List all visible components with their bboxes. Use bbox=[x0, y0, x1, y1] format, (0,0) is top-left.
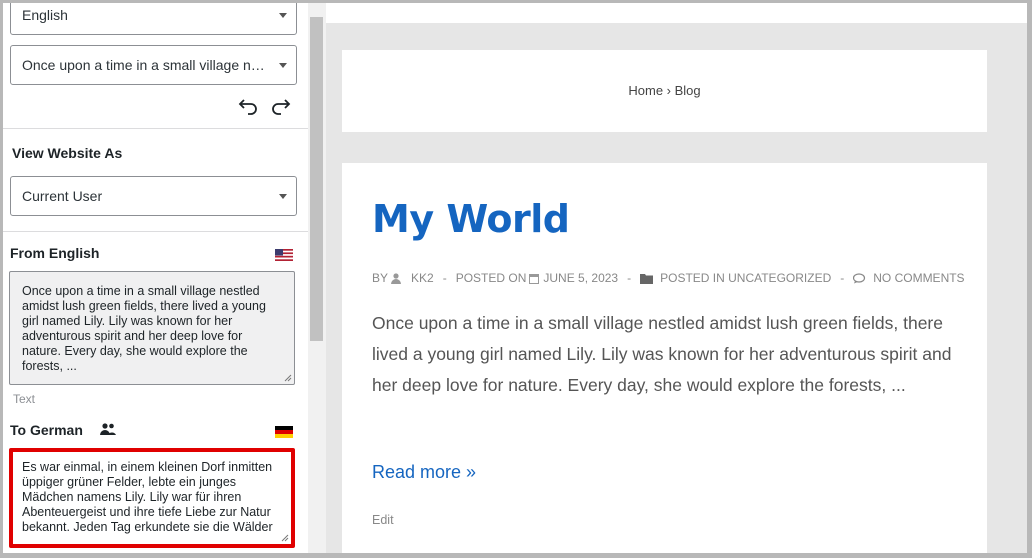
view-as-select-value: Current User bbox=[22, 188, 103, 204]
source-text: Once upon a time in a small village nest… bbox=[22, 284, 266, 373]
breadcrumb[interactable]: Home › Blog bbox=[342, 83, 987, 98]
sidebar-scrollbar-thumb[interactable] bbox=[310, 17, 323, 341]
source-language-heading: From English bbox=[10, 245, 100, 261]
app-frame: English Once upon a time in a small vill… bbox=[3, 3, 1027, 553]
meta-separator: - bbox=[442, 271, 447, 285]
resize-handle-icon[interactable] bbox=[284, 374, 292, 382]
undo-icon[interactable] bbox=[236, 96, 258, 118]
calendar-icon bbox=[529, 273, 540, 284]
source-text-area: Once upon a time in a small village nest… bbox=[9, 271, 295, 385]
german-flag-icon bbox=[275, 426, 293, 438]
post-date[interactable]: JUNE 5, 2023 bbox=[543, 271, 618, 285]
post-card: My World BY KK2 - POSTED ON JUNE 5, 2023… bbox=[342, 163, 987, 553]
post-meta: BY KK2 - POSTED ON JUNE 5, 2023 - POSTED… bbox=[372, 271, 965, 285]
view-as-heading: View Website As bbox=[12, 145, 123, 161]
meta-separator: - bbox=[627, 271, 632, 285]
divider bbox=[3, 128, 308, 129]
target-text[interactable]: Es war einmal, in einem kleinen Dorf inm… bbox=[22, 460, 273, 534]
resize-handle-icon[interactable] bbox=[281, 534, 289, 542]
redo-icon[interactable] bbox=[271, 96, 293, 118]
language-select-value: English bbox=[22, 7, 68, 23]
post-author[interactable]: KK2 bbox=[411, 271, 434, 285]
chevron-down-icon bbox=[279, 13, 287, 18]
post-title[interactable]: My World bbox=[372, 197, 570, 241]
view-as-select[interactable]: Current User bbox=[10, 176, 297, 216]
meta-separator: - bbox=[840, 271, 845, 285]
post-category[interactable]: POSTED IN UNCATEGORIZED bbox=[660, 271, 831, 285]
target-translation-editor[interactable]: Es war einmal, in einem kleinen Dorf inm… bbox=[9, 448, 295, 548]
breadcrumb-card: Home › Blog bbox=[342, 50, 987, 132]
post-excerpt: Once upon a time in a small village nest… bbox=[372, 313, 952, 395]
language-select[interactable]: English bbox=[10, 3, 297, 35]
string-type-label: Text bbox=[13, 392, 36, 406]
translation-sidebar: English Once upon a time in a small vill… bbox=[3, 3, 308, 553]
folder-icon bbox=[640, 273, 654, 284]
users-icon[interactable] bbox=[99, 422, 117, 436]
chevron-down-icon bbox=[279, 194, 287, 199]
string-select[interactable]: Once upon a time in a small village nest… bbox=[10, 45, 297, 85]
by-label: BY bbox=[372, 271, 389, 285]
post-comments[interactable]: NO COMMENTS bbox=[873, 271, 964, 285]
posted-on-label: POSTED ON bbox=[455, 271, 527, 285]
preview-topbar bbox=[326, 3, 1027, 23]
comments-icon bbox=[853, 272, 866, 283]
string-select-value: Once upon a time in a small village nest… bbox=[22, 57, 266, 73]
target-language-heading: To German bbox=[10, 422, 83, 438]
us-flag-icon bbox=[275, 249, 293, 261]
read-more-link[interactable]: Read more » bbox=[372, 462, 476, 483]
user-icon bbox=[391, 272, 402, 284]
divider bbox=[3, 231, 308, 232]
edit-link[interactable]: Edit bbox=[372, 513, 394, 527]
chevron-down-icon bbox=[279, 63, 287, 68]
